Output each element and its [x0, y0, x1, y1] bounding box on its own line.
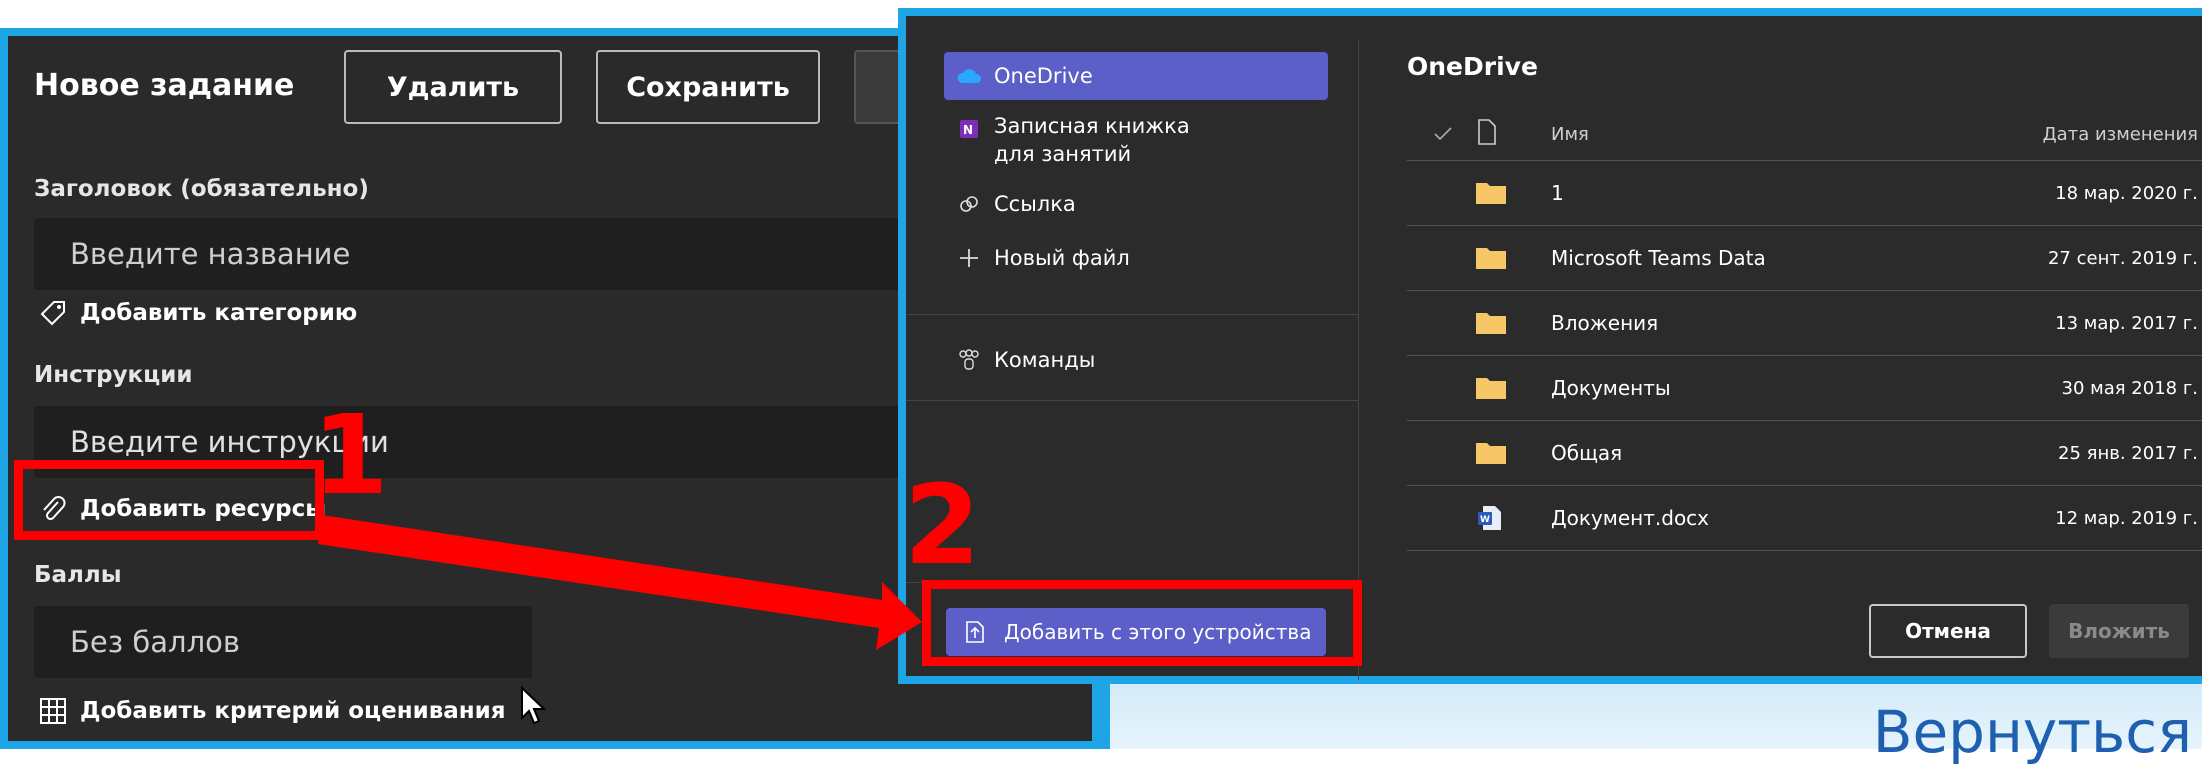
annotation-arrow [318, 515, 922, 650]
arrow-shape [318, 515, 922, 650]
